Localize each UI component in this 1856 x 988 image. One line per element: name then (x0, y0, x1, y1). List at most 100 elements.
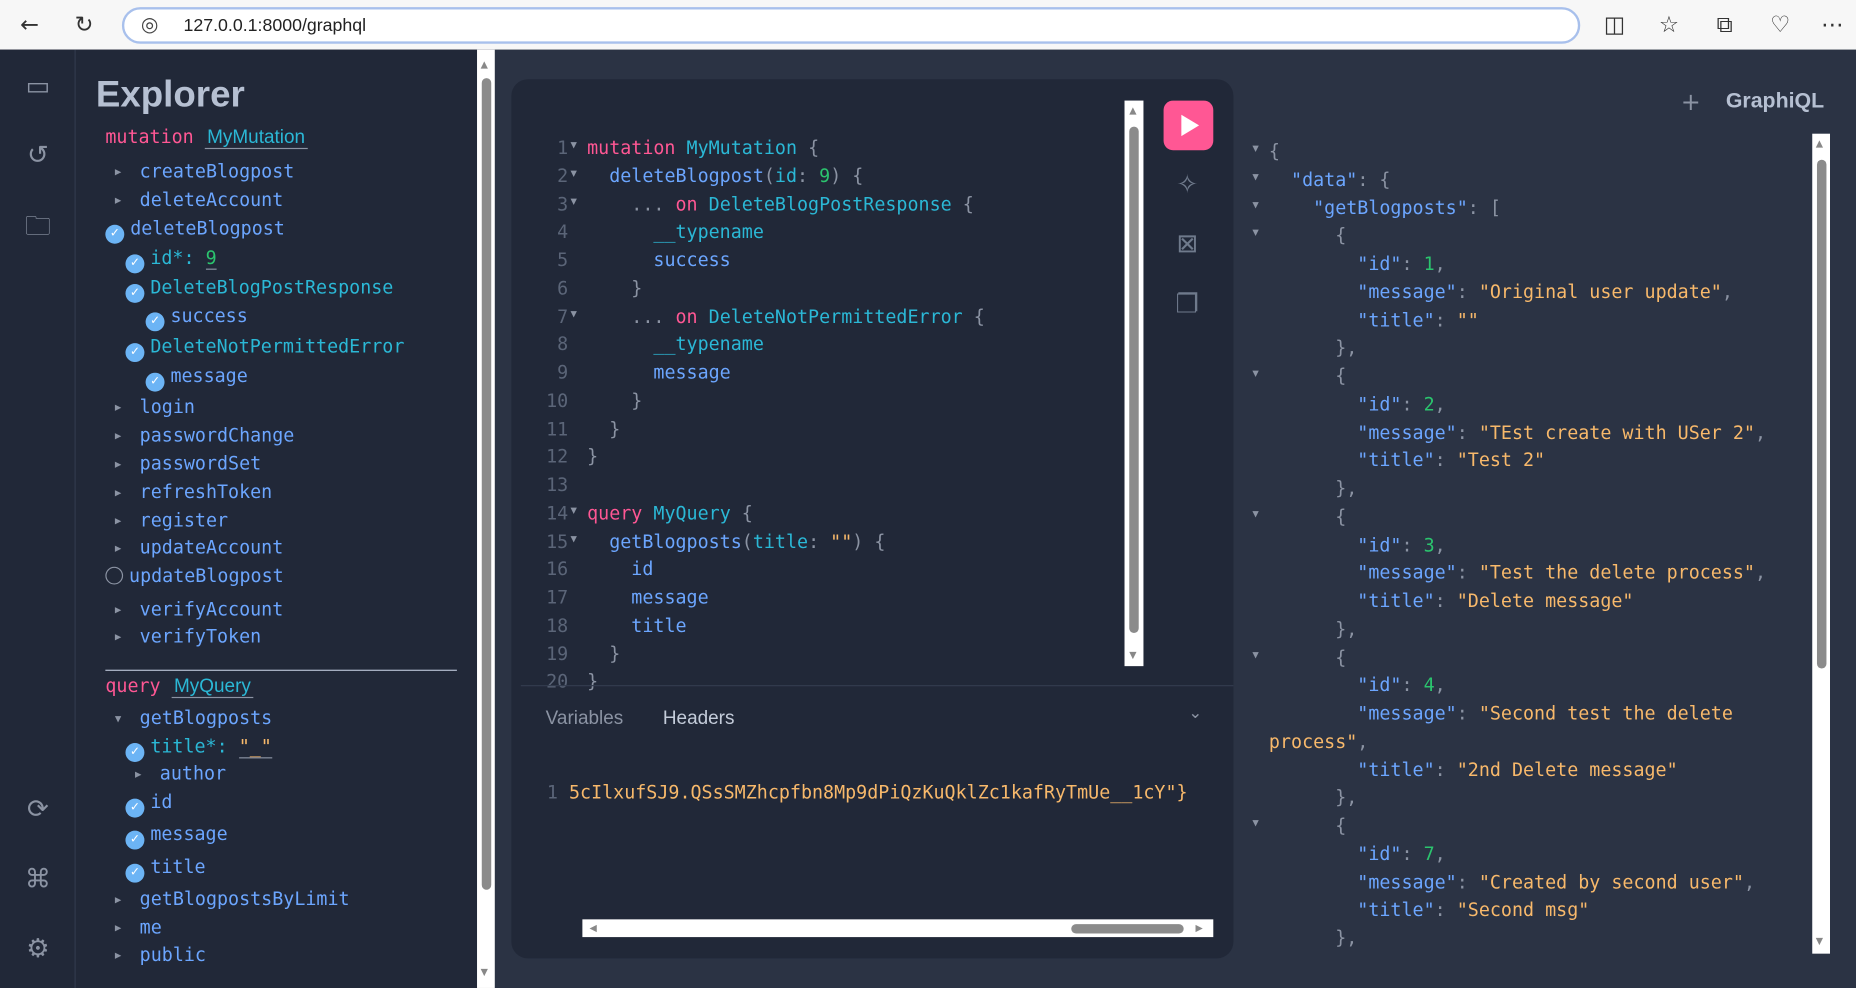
fold-arrow-icon[interactable]: ▼ (1252, 143, 1258, 155)
tab-headers[interactable]: Headers (663, 709, 735, 730)
tree-item-login[interactable]: ▶ login (115, 394, 195, 420)
tree-item-refreshtoken[interactable]: ▶ refreshToken (115, 479, 272, 505)
fold-arrow-icon[interactable]: ▼ (571, 308, 577, 320)
tree-item-getblogposts[interactable]: ▼ getBlogposts (115, 705, 272, 731)
fold-arrow-icon[interactable]: ▼ (1252, 171, 1258, 183)
explorer-scrollbar[interactable]: ▲ ▼ (477, 49, 495, 988)
browser-essentials-icon[interactable]: ♡ (1765, 9, 1796, 40)
checkbox-checked-icon[interactable]: ✓ (145, 372, 165, 392)
caret-right-icon[interactable]: ▶ (115, 508, 129, 534)
fold-arrow-icon[interactable]: ▼ (1252, 199, 1258, 211)
tree-item-me[interactable]: ▶ me (115, 915, 162, 941)
caret-right-icon[interactable]: ▶ (115, 395, 129, 421)
caret-right-icon[interactable]: ▶ (115, 480, 129, 506)
fold-arrow-icon[interactable]: ▼ (571, 196, 577, 208)
caret-right-icon[interactable]: ▶ (115, 915, 129, 941)
tree-item-public[interactable]: ▶ public (115, 942, 206, 968)
fold-arrow-icon[interactable]: ▼ (571, 140, 577, 152)
tree-item-title[interactable]: ✓ title (125, 854, 206, 883)
caret-right-icon[interactable]: ▶ (115, 451, 129, 477)
fold-arrow-icon[interactable]: ▼ (571, 505, 577, 517)
operation-name-input[interactable]: MyMutation (204, 127, 308, 150)
fold-arrow-icon[interactable]: ▼ (1252, 368, 1258, 380)
history-icon[interactable]: ↺ (21, 140, 54, 173)
tree-item-passwordset[interactable]: ▶ passwordSet (115, 451, 261, 477)
fold-arrow-icon[interactable]: ▼ (1252, 227, 1258, 239)
explorer-icon[interactable]: 🗀 (21, 211, 54, 244)
fold-arrow-icon[interactable]: ▼ (1252, 649, 1258, 661)
url-text[interactable]: 127.0.0.1:8000/graphql (183, 15, 366, 35)
fold-arrow-icon[interactable]: ▼ (1252, 508, 1258, 520)
refetch-schema-icon[interactable]: ⟳ (21, 794, 54, 827)
caret-right-icon[interactable]: ▶ (115, 159, 129, 185)
merge-fragments-icon[interactable]: ⊠ (1169, 227, 1205, 262)
collections-icon[interactable]: ⧉ (1709, 9, 1740, 40)
tree-item-createblogpost[interactable]: ▶ createBlogpost (115, 159, 295, 185)
tree-item-id[interactable]: ✓ id*: 9 (125, 245, 217, 274)
copy-icon[interactable]: ❐ (1169, 288, 1205, 323)
result-line: { (1269, 503, 1346, 531)
address-bar[interactable]: ◎ 127.0.0.1:8000/graphql (121, 7, 1581, 44)
docs-icon[interactable]: ▭ (21, 71, 54, 104)
caret-right-icon[interactable]: ▶ (115, 624, 129, 650)
checkbox-checked-icon[interactable]: ✓ (125, 830, 145, 850)
headers-editor[interactable]: 1 5cIlxufSJ9.QSsSMZhcpfbn8Mp9dPiQzKuQklZ… (547, 782, 1188, 803)
shortcuts-icon[interactable]: ⌘ (21, 864, 54, 897)
headers-horizontal-scrollbar[interactable]: ◀ ▶ (582, 919, 1214, 938)
tree-item-message[interactable]: ✓ message (125, 821, 228, 850)
caret-right-icon[interactable]: ▶ (115, 597, 129, 623)
tree-item-success[interactable]: ✓ success (145, 303, 248, 332)
tree-item-deleteblogpost[interactable]: ✓ deleteBlogpost (105, 215, 285, 244)
checkbox-checked-icon[interactable]: ✓ (125, 343, 145, 363)
checkbox-checked-icon[interactable]: ✓ (125, 254, 145, 274)
tree-item-message[interactable]: ✓ message (145, 363, 248, 392)
caret-right-icon[interactable]: ▶ (135, 761, 149, 787)
caret-right-icon[interactable]: ▶ (115, 942, 129, 968)
tree-item-verifytoken[interactable]: ▶ verifyToken (115, 624, 261, 650)
checkbox-unchecked-icon[interactable] (105, 566, 124, 585)
tree-item-getblogpostsbylimit[interactable]: ▶ getBlogpostsByLimit (115, 886, 350, 912)
tree-item-id[interactable]: ✓ id (125, 789, 172, 818)
tree-item-updateblogpost[interactable]: updateBlogpost (105, 563, 284, 589)
split-screen-icon[interactable]: ◫ (1599, 9, 1630, 40)
tree-item-updateaccount[interactable]: ▶ updateAccount (115, 535, 283, 561)
tab-variables[interactable]: Variables (546, 709, 624, 730)
checkbox-checked-icon[interactable]: ✓ (125, 798, 145, 818)
checkbox-checked-icon[interactable]: ✓ (125, 743, 145, 762)
settings-icon[interactable]: ⚙ (21, 934, 54, 967)
operation-name-input[interactable]: MyQuery (171, 676, 254, 699)
tree-item-verifyaccount[interactable]: ▶ verifyAccount (115, 596, 283, 622)
caret-right-icon[interactable]: ▶ (115, 188, 129, 214)
more-icon[interactable]: ⋯ (1817, 9, 1848, 40)
fold-arrow-icon[interactable]: ▼ (571, 533, 577, 545)
checkbox-checked-icon[interactable]: ✓ (145, 312, 165, 332)
code-token: title (752, 530, 809, 552)
fold-arrow-icon[interactable]: ▼ (1252, 818, 1258, 830)
argument-value-input[interactable]: "_" (238, 735, 272, 759)
add-tab-button[interactable]: + (1681, 88, 1701, 116)
argument-value-input[interactable]: 9 (205, 247, 217, 270)
checkbox-checked-icon[interactable]: ✓ (125, 863, 145, 883)
caret-right-icon[interactable]: ▶ (115, 423, 129, 449)
caret-right-icon[interactable]: ▶ (115, 535, 129, 561)
tree-item-author[interactable]: ▶ author (135, 761, 226, 787)
run-button[interactable] (1163, 100, 1214, 151)
reload-icon[interactable]: ↻ (69, 9, 100, 40)
tree-item-deleteblogpostresponse[interactable]: ✓ DeleteBlogPostResponse (125, 275, 393, 303)
tree-item-register[interactable]: ▶ register (115, 508, 228, 534)
checkbox-checked-icon[interactable]: ✓ (125, 283, 145, 303)
back-arrow-icon[interactable]: ← (14, 9, 45, 40)
prettify-icon[interactable]: ✧ (1169, 168, 1205, 203)
editor-scrollbar[interactable]: ▲ ▼ (1124, 100, 1144, 667)
tree-item-passwordchange[interactable]: ▶ passwordChange (115, 422, 295, 448)
tree-item-deleteaccount[interactable]: ▶ deleteAccount (115, 187, 283, 213)
chevron-down-icon[interactable]: ⌄ (1188, 704, 1202, 723)
tree-item-deletenotpermittederror[interactable]: ✓ DeleteNotPermittedError (125, 334, 404, 363)
results-scrollbar[interactable]: ▲ ▼ (1812, 133, 1831, 954)
fold-arrow-icon[interactable]: ▼ (571, 168, 577, 180)
caret-right-icon[interactable]: ▶ (115, 887, 129, 913)
caret-down-icon[interactable]: ▼ (115, 706, 129, 732)
checkbox-checked-icon[interactable]: ✓ (105, 224, 125, 244)
tree-item-title[interactable]: ✓ title*: "_" (125, 734, 272, 762)
favorites-icon[interactable]: ☆ (1654, 9, 1685, 40)
